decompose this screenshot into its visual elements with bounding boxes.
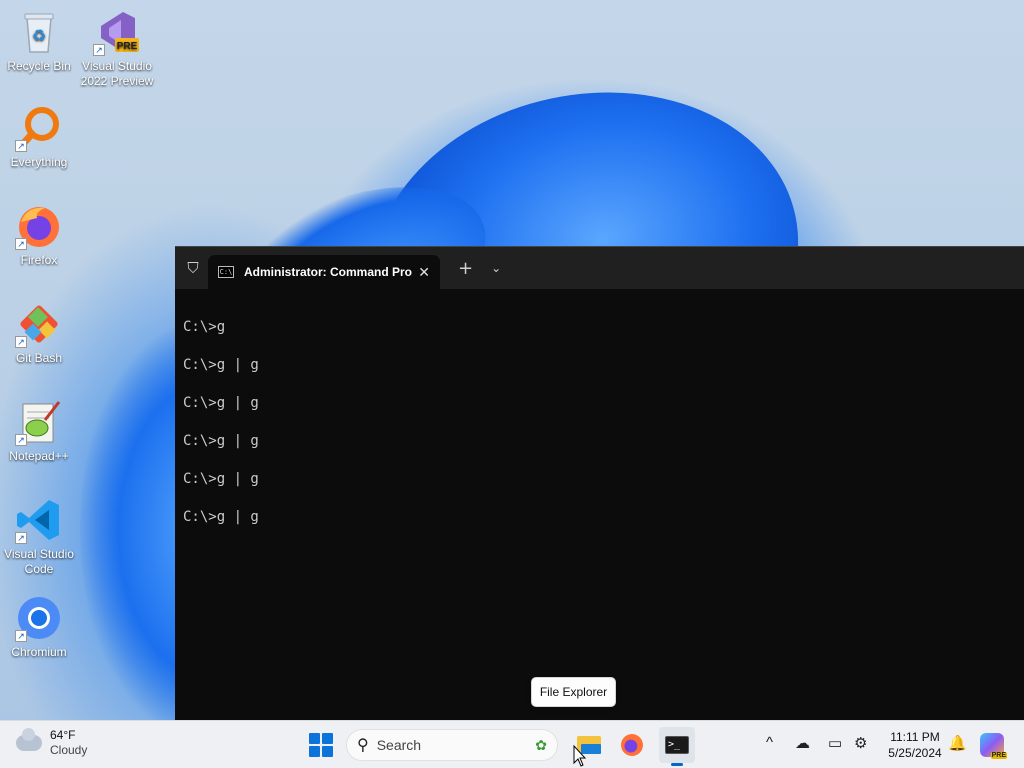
console-line: C:\>g | g [183, 509, 259, 525]
desktop-icon-everything[interactable]: ↗ Everything [1, 104, 77, 170]
shortcut-arrow-icon: ↗ [15, 140, 27, 152]
shortcut-arrow-icon: ↗ [15, 434, 27, 446]
copilot-pre-badge: PRE [990, 752, 1007, 759]
copilot-icon[interactable]: PRE [980, 733, 1007, 759]
show-hidden-icons-chevron[interactable]: ^ [766, 734, 773, 751]
console-output[interactable]: C:\>g C:\>g | g C:\>g | g C:\>g | g C:\>… [175, 289, 1024, 547]
firefox-icon [621, 734, 643, 756]
notepad-plus-plus-icon: ↗ [15, 398, 63, 446]
chevron-down-icon[interactable]: ⌄ [491, 261, 501, 275]
desktop-icon-label: Chromium [11, 645, 67, 659]
weather-widget[interactable]: 64°F Cloudy [16, 728, 87, 758]
terminal-icon: >_ [665, 736, 689, 754]
shortcut-arrow-icon: ↗ [15, 238, 27, 250]
clock-time: 11:11 PM [890, 730, 940, 744]
desktop-icon-visual-studio-preview[interactable]: PRE ↗ Visual Studio 2022 Preview [79, 8, 155, 89]
git-bash-icon: ↗ [15, 300, 63, 348]
active-app-indicator [671, 763, 683, 766]
weather-condition: Cloudy [50, 743, 88, 757]
close-tab-icon[interactable]: ✕ [418, 264, 430, 281]
terminal-window[interactable]: ⛉ C:\ Administrator: Command Pro ✕ + ⌄ C… [175, 246, 1024, 720]
recycle-bin-icon: ♻ [15, 8, 63, 56]
new-tab-button[interactable]: + [458, 258, 473, 279]
chromium-icon: ↗ [15, 594, 63, 642]
console-line: C:\>g | g [183, 433, 259, 449]
desktop-icon-label: Firefox [20, 253, 58, 267]
shortcut-arrow-icon: ↗ [15, 336, 27, 348]
desktop-icon-vscode[interactable]: ↗ Visual Studio Code [1, 496, 77, 577]
shortcut-arrow-icon: ↗ [93, 44, 105, 56]
shield-icon: ⛉ [187, 259, 199, 277]
console-line: C:\>g | g [183, 395, 259, 411]
desktop-icon-label: Git Bash [15, 351, 63, 365]
taskbar-search-box[interactable]: ⚲ Search ✿ [346, 729, 558, 761]
tab-title: Administrator: Command Pro [244, 265, 413, 279]
search-icon: ⚲ [357, 737, 369, 754]
desktop-icon-label: Notepad++ [9, 449, 69, 463]
display-icon[interactable]: ▭ [828, 734, 842, 752]
desktop-icon-git-bash[interactable]: ↗ Git Bash [1, 300, 77, 366]
onedrive-offline-icon[interactable]: ☁ [795, 734, 810, 752]
mouse-cursor-icon [573, 745, 587, 767]
weather-temperature: 64°F [50, 728, 76, 742]
console-line: C:\>g [183, 319, 226, 335]
windows-logo-icon [309, 733, 320, 744]
taskbar-windows-terminal[interactable]: >_ [659, 727, 695, 766]
desktop-icon-label: Recycle Bin [7, 59, 71, 73]
taskbar: 64°F Cloudy ⚲ Search ✿ >_ ^ ☁ ▭ ⚙ 11:11 … [0, 720, 1024, 768]
taskbar-firefox[interactable] [614, 727, 650, 763]
cloudy-weather-icon [16, 728, 42, 751]
everything-search-icon: ↗ [15, 104, 63, 152]
svg-text:♻: ♻ [32, 28, 46, 45]
terminal-tab-bar: ⛉ C:\ Administrator: Command Pro ✕ + ⌄ [175, 247, 1024, 289]
desktop-icon-label: Everything [10, 155, 68, 169]
desktop-icon-chromium[interactable]: ↗ Chromium [1, 594, 77, 660]
pre-badge: PRE [117, 41, 138, 52]
desktop-icon-recycle-bin[interactable]: ♻ Recycle Bin [1, 8, 77, 74]
notification-bell-icon[interactable]: 🔔 [948, 734, 967, 752]
desktop-icon-label: Visual Studio Code [4, 547, 74, 576]
shortcut-arrow-icon: ↗ [15, 630, 27, 642]
shortcut-arrow-icon: ↗ [15, 532, 27, 544]
desktop-icon-notepad-plus-plus[interactable]: ↗ Notepad++ [1, 398, 77, 464]
vscode-icon: ↗ [15, 496, 63, 544]
terminal-tab[interactable]: C:\ Administrator: Command Pro ✕ [208, 255, 440, 289]
console-line: C:\>g | g [183, 471, 259, 487]
search-highlight-icon: ✿ [535, 736, 547, 753]
visual-studio-preview-icon: PRE ↗ [93, 8, 141, 56]
desktop-icon-firefox[interactable]: ↗ Firefox [1, 202, 77, 268]
firefox-icon: ↗ [15, 202, 63, 250]
console-line: C:\>g | g [183, 357, 259, 373]
taskbar-clock[interactable]: 11:11 PM 5/25/2024 [880, 729, 950, 761]
command-prompt-icon: C:\ [218, 266, 234, 278]
start-button[interactable] [309, 733, 333, 757]
network-icon[interactable]: ⚙ [854, 734, 867, 752]
file-explorer-tooltip: File Explorer [531, 677, 616, 707]
clock-date: 5/25/2024 [888, 746, 942, 760]
search-placeholder: Search [376, 737, 422, 753]
desktop-icon-label: Visual Studio 2022 Preview [80, 59, 154, 88]
